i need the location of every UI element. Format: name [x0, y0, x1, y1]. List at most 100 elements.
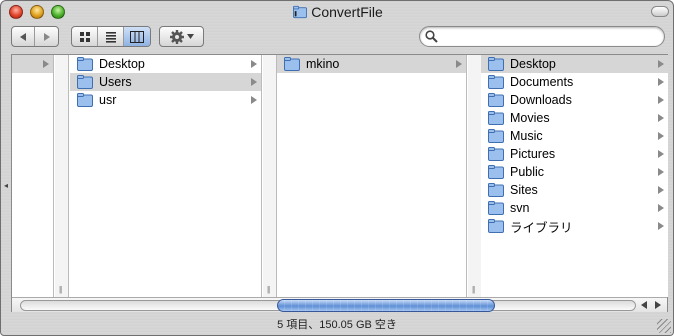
folder-icon: [77, 93, 93, 107]
folder-icon: [488, 147, 504, 161]
forward-arrow-icon: [43, 32, 50, 41]
disclosure-arrow-icon: [251, 78, 257, 86]
left-arrow-icon: [641, 301, 647, 309]
list-item-label: mkino: [306, 57, 340, 71]
right-arrow-icon: [655, 301, 661, 309]
folder-icon: [77, 57, 93, 71]
disclosure-arrow-icon: [658, 204, 664, 212]
scroll-left-button[interactable]: [637, 299, 651, 311]
column-divider[interactable]: ||: [468, 55, 482, 297]
folder-icon: [488, 111, 504, 125]
gear-icon: [170, 29, 184, 44]
column-resize-grip[interactable]: ||: [267, 285, 270, 294]
folder-icon: [488, 129, 504, 143]
list-view-button[interactable]: [98, 27, 125, 46]
chevron-down-icon: [187, 34, 194, 39]
disclosure-arrow-icon: [658, 222, 664, 230]
search-input[interactable]: [440, 29, 655, 44]
forward-button[interactable]: [35, 27, 58, 46]
list-item-label: Desktop: [510, 57, 556, 71]
disclosure-arrow-icon: [658, 168, 664, 176]
list-item[interactable]: Movies: [481, 109, 668, 127]
disclosure-arrow-icon: [251, 96, 257, 104]
disclosure-arrow-icon: [43, 60, 49, 68]
folder-icon: [488, 165, 504, 179]
list-item-label: usr: [99, 93, 117, 107]
back-button[interactable]: [12, 27, 36, 46]
scroll-thumb[interactable]: [277, 299, 495, 312]
sidebar-collapse-handle[interactable]: ◂: [4, 181, 8, 190]
list-item-label: Public: [510, 165, 545, 179]
disclosure-arrow-icon: [658, 60, 664, 68]
list-view-icon: [105, 31, 116, 43]
column-resize-grip[interactable]: ||: [59, 285, 62, 294]
disclosure-arrow-icon: [658, 78, 664, 86]
list-item[interactable]: ライブラリ: [481, 217, 668, 235]
view-mode-segment: [71, 26, 151, 47]
list-item[interactable]: Pictures: [481, 145, 668, 163]
list-item[interactable]: Desktop: [481, 55, 668, 73]
back-arrow-icon: [20, 32, 26, 41]
disclosure-arrow-icon: [251, 60, 257, 68]
browser-column-0: [12, 55, 54, 297]
icon-view-button[interactable]: [72, 27, 99, 46]
list-item-label: Users: [99, 75, 132, 89]
window-title: ConvertFile: [311, 4, 383, 20]
icon-view-icon: [79, 31, 90, 42]
list-item-label: ライブラリ: [510, 220, 573, 235]
folder-icon: [488, 201, 504, 215]
column-resize-grip[interactable]: ||: [472, 285, 475, 294]
folder-icon: [488, 219, 504, 233]
browser-column-1: Desktop Users usr: [70, 55, 262, 297]
list-item-label: Movies: [510, 111, 550, 125]
list-item-label: svn: [510, 201, 530, 215]
status-bar-text: 5 項目、150.05 GB 空き: [277, 319, 397, 331]
toolbar-toggle-button[interactable]: [651, 6, 669, 17]
list-item-label: Pictures: [510, 147, 556, 161]
list-item[interactable]: mkino: [277, 55, 466, 73]
nav-segment: [11, 26, 59, 47]
folder-icon: [488, 75, 504, 89]
window-title-wrap: ConvertFile: [1, 4, 673, 20]
folder-icon: [488, 93, 504, 107]
action-menu-button[interactable]: [159, 26, 204, 47]
list-item[interactable]: Sites: [481, 181, 668, 199]
browser-column-2: mkino: [277, 55, 467, 297]
list-item[interactable]: Downloads: [481, 91, 668, 109]
column-browser: || Desktop Users usr || mkino || Desktop…: [11, 54, 668, 312]
disclosure-arrow-icon: [658, 132, 664, 140]
title-bar: ConvertFile: [1, 1, 673, 23]
list-item-label: Music: [510, 129, 543, 143]
list-item[interactable]: Desktop: [70, 55, 261, 73]
list-item[interactable]: usr: [70, 91, 261, 109]
list-item[interactable]: Documents: [481, 73, 668, 91]
home-folder-icon: [284, 57, 300, 71]
horizontal-scrollbar[interactable]: [12, 297, 667, 312]
column-view-button[interactable]: [124, 27, 150, 46]
list-item[interactable]: Public: [481, 163, 668, 181]
column-view-icon: [130, 30, 145, 43]
scroll-arrows: [637, 299, 665, 311]
column-divider[interactable]: ||: [263, 55, 277, 297]
list-item-label: Downloads: [510, 93, 572, 107]
column-divider[interactable]: ||: [55, 55, 69, 297]
disclosure-arrow-icon: [658, 96, 664, 104]
resize-grip[interactable]: [657, 319, 671, 333]
folder-icon: [293, 5, 308, 19]
disclosure-arrow-icon: [456, 60, 462, 68]
list-item[interactable]: Music: [481, 127, 668, 145]
finder-window: ConvertFile ◂ || Desktop Users usr || mk…: [0, 0, 674, 336]
search-field[interactable]: [419, 26, 665, 47]
list-item[interactable]: Users: [70, 73, 261, 91]
list-item[interactable]: [12, 55, 53, 73]
disclosure-arrow-icon: [658, 186, 664, 194]
folder-icon: [488, 57, 504, 71]
list-item-label: Documents: [510, 75, 574, 89]
folder-icon: [77, 75, 93, 89]
disclosure-arrow-icon: [658, 150, 664, 158]
list-item-label: Desktop: [99, 57, 145, 71]
list-item-label: Sites: [510, 183, 538, 197]
list-item[interactable]: svn: [481, 199, 668, 217]
search-icon: [425, 30, 438, 43]
scroll-right-button[interactable]: [651, 299, 665, 311]
